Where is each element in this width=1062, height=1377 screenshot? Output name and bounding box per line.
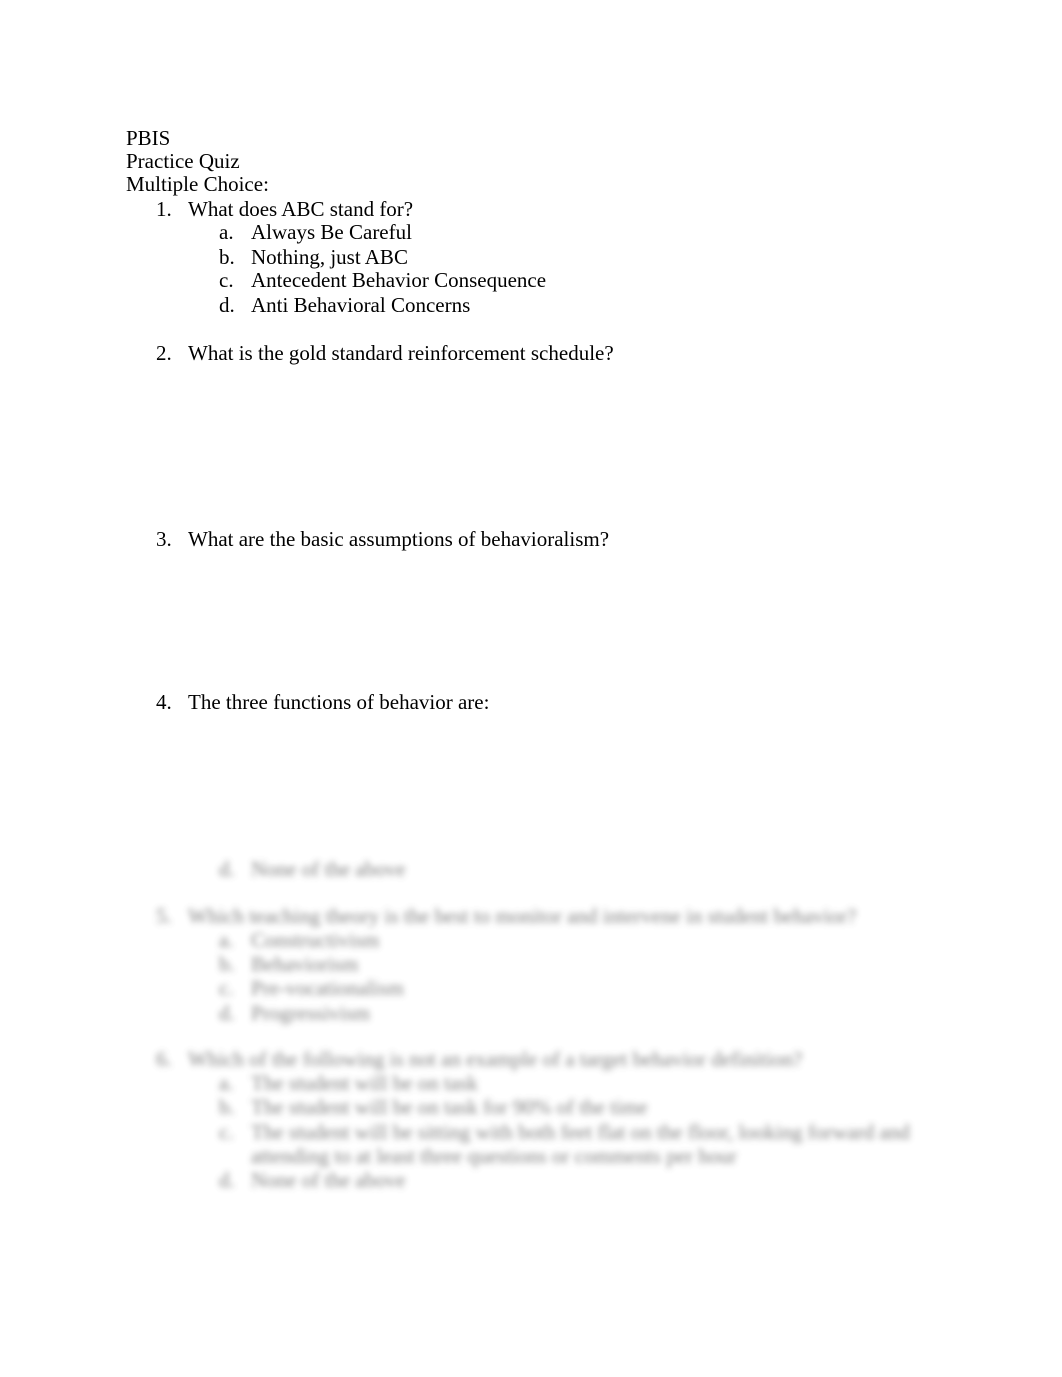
option-letter: a. [219, 1071, 234, 1095]
question-number: 4. [156, 690, 172, 714]
option-text: The student will be on task [251, 1071, 478, 1095]
question-number: 1. [156, 197, 172, 221]
option-letter: b. [219, 245, 235, 269]
question-text: What does ABC stand for? [188, 197, 414, 221]
option-text: Progressivism [251, 1001, 371, 1025]
option-letter: c. [219, 976, 234, 1000]
option-text: Constructivism [251, 928, 380, 952]
question-text: What is the gold standard reinforcement … [188, 341, 614, 365]
question-text: What are the basic assumptions of behavi… [188, 527, 610, 551]
option-text: The student will be sitting with both fe… [251, 1120, 910, 1144]
option-letter: b. [219, 1095, 235, 1119]
option-text: The student will be on task for 90% of t… [251, 1095, 648, 1119]
blur-fade-edge [140, 848, 480, 858]
question-number: 2. [156, 341, 172, 365]
option-letter: a. [219, 220, 234, 244]
option-text: Pre-vocationalism [251, 976, 404, 1000]
option-letter: c. [219, 1120, 234, 1144]
option-letter: a. [219, 928, 234, 952]
option-text: Anti Behavioral Concerns [251, 293, 471, 317]
option-letter: d. [219, 1001, 235, 1025]
question-number: 3. [156, 527, 172, 551]
option-text: None of the above [251, 1168, 406, 1192]
option-text: Antecedent Behavior Consequence [251, 268, 547, 292]
option-text: Always Be Careful [251, 220, 412, 244]
question-number: 6. [156, 1047, 172, 1071]
option-letter: d. [219, 293, 235, 317]
question-text: Which of the following is not an example… [188, 1047, 803, 1071]
doc-subtitle: Practice Quiz [126, 149, 240, 173]
section-heading: Multiple Choice: [126, 172, 269, 196]
option-letter: c. [219, 268, 234, 292]
option-text: Behaviorism [251, 952, 359, 976]
option-text: Nothing, just ABC [251, 245, 408, 269]
question-text: The three functions of behavior are: [188, 690, 490, 714]
option-text: None of the above [251, 857, 406, 881]
option-letter: d. [219, 857, 235, 881]
option-letter: b. [219, 952, 235, 976]
question-text: Which teaching theory is the best to mon… [188, 904, 857, 928]
option-letter: d. [219, 1168, 235, 1192]
option-text-continued: attending to at least three questions or… [251, 1144, 737, 1168]
doc-title: PBIS [126, 126, 171, 150]
question-number: 5. [156, 904, 172, 928]
